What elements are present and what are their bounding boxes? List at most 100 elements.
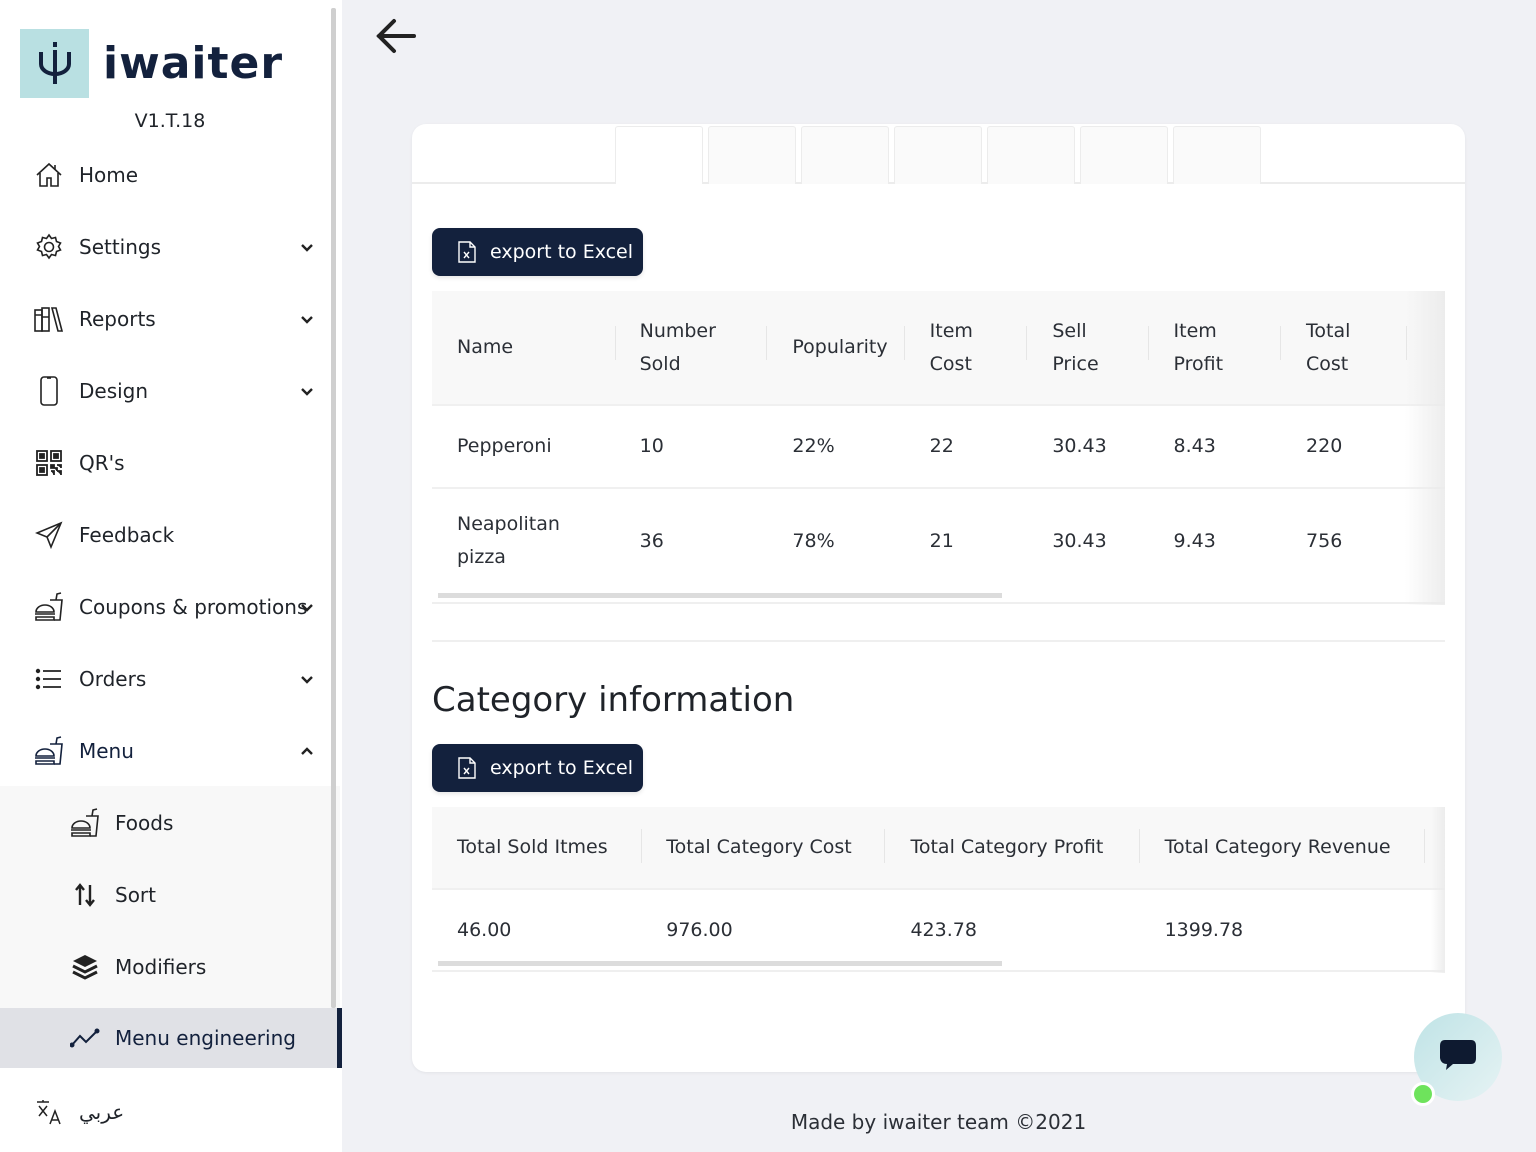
- sidebar-item-label: Home: [79, 163, 139, 187]
- sidebar-item-feedback[interactable]: Feedback: [0, 505, 340, 565]
- export-items-excel-button[interactable]: export to Excel: [432, 228, 643, 276]
- sort-icon: [70, 880, 100, 910]
- sidebar-subitem-foods[interactable]: Foods: [0, 793, 340, 853]
- cell-sell-price: 30.43: [1027, 404, 1149, 488]
- sidebar-item-label: Reports: [79, 307, 156, 331]
- excel-file-icon: [458, 757, 476, 779]
- sidebar-item-label: QR's: [79, 451, 125, 475]
- sidebar: iwaiter V1.T.18 Home Settings Reports De…: [0, 0, 342, 1152]
- sidebar-scrollbar[interactable]: [331, 8, 336, 1008]
- category-table-container: Total Sold Itmes Total Category Cost Tot…: [432, 807, 1445, 973]
- column-header-overflow: [1406, 291, 1445, 405]
- category-table: Total Sold Itmes Total Category Cost Tot…: [432, 807, 1445, 971]
- column-header-total-category-profit[interactable]: Total Category Profit: [885, 807, 1140, 889]
- chevron-down-icon: [298, 238, 316, 256]
- tab-bar: [412, 124, 1465, 184]
- sidebar-item-reports[interactable]: Reports: [0, 289, 340, 349]
- cell-item-profit: 8.43: [1148, 404, 1282, 488]
- phone-icon: [34, 376, 64, 406]
- cell-popularity: 78%: [767, 487, 905, 603]
- column-header-total-sold-items[interactable]: Total Sold Itmes: [432, 807, 643, 889]
- cell-total-category-profit: 423.78: [885, 888, 1140, 971]
- sidebar-item-label: Menu: [79, 739, 134, 763]
- cell-popularity: 22%: [767, 404, 905, 488]
- export-category-excel-button[interactable]: export to Excel: [432, 744, 643, 792]
- sidebar-item-home[interactable]: Home: [0, 145, 340, 205]
- food-icon: [34, 736, 64, 766]
- tab-5[interactable]: [987, 126, 1075, 184]
- cell-total-cost: 220: [1281, 404, 1407, 488]
- sidebar-item-design[interactable]: Design: [0, 361, 340, 421]
- food-icon: [70, 808, 100, 838]
- column-header-number-sold[interactable]: Number Sold: [615, 291, 768, 405]
- gear-icon: [34, 232, 64, 262]
- tab-6[interactable]: [1080, 126, 1168, 184]
- sidebar-subitem-menu-engineering[interactable]: Menu engineering: [0, 1008, 340, 1068]
- sidebar-subitem-modifiers[interactable]: Modifiers: [0, 937, 340, 997]
- tab-2[interactable]: [708, 126, 796, 184]
- active-indicator: [337, 1008, 342, 1068]
- column-header-item-profit[interactable]: Item Profit: [1148, 291, 1282, 405]
- column-header-total-category-cost[interactable]: Total Category Cost: [642, 807, 886, 889]
- cell-total-sold-items: 46.00: [432, 888, 643, 971]
- items-table-scrollbar[interactable]: [438, 593, 1002, 598]
- sidebar-item-label: Settings: [79, 235, 162, 259]
- sidebar-item-label: Orders: [79, 667, 147, 691]
- table-row: 46.00 976.00 423.78 1399.78: [432, 888, 1445, 971]
- column-header-sell-price[interactable]: Sell Price: [1027, 291, 1149, 405]
- sidebar-item-qrs[interactable]: QR's: [0, 433, 340, 493]
- menu-engineering-card: export to Excel Name Number Sold Populari…: [412, 124, 1465, 1072]
- logo-mark-icon: [20, 29, 89, 98]
- sidebar-item-settings[interactable]: Settings: [0, 217, 340, 277]
- export-button-label: export to Excel: [490, 757, 634, 779]
- excel-file-icon: [458, 241, 476, 263]
- sidebar-item-label: Sort: [115, 883, 156, 907]
- tab-7[interactable]: [1173, 126, 1261, 184]
- sidebar-subitem-sort[interactable]: Sort: [0, 865, 340, 925]
- language-label: عربي: [79, 1100, 125, 1124]
- items-table: Name Number Sold Popularity Item Cost Sell…: [432, 291, 1445, 603]
- sidebar-item-coupons-promotions[interactable]: Coupons & promotions: [0, 577, 340, 637]
- cell-number-sold: 36: [615, 487, 768, 603]
- translate-icon: [34, 1097, 64, 1127]
- qr-code-icon: [34, 448, 64, 478]
- column-header-name[interactable]: Name: [432, 291, 616, 405]
- column-header-total-cost[interactable]: Total Cost: [1281, 291, 1407, 405]
- cell-item-cost: 22: [904, 404, 1028, 488]
- food-icon: [34, 592, 64, 622]
- trend-icon: [70, 1023, 100, 1053]
- sidebar-item-label: Foods: [115, 811, 174, 835]
- chevron-up-icon: [298, 742, 316, 760]
- column-header-item-cost[interactable]: Item Cost: [904, 291, 1028, 405]
- back-button[interactable]: [372, 16, 420, 60]
- cell-number-sold: 10: [615, 404, 768, 488]
- books-icon: [34, 304, 64, 334]
- table-row: Pepperoni 10 22% 22 30.43 8.43 220: [432, 404, 1445, 488]
- items-table-container: Name Number Sold Popularity Item Cost Sell…: [432, 291, 1445, 605]
- sidebar-item-label: Modifiers: [115, 955, 207, 979]
- brand-name: iwaiter: [103, 38, 284, 89]
- logo[interactable]: iwaiter: [20, 29, 283, 98]
- column-header-total-category-revenue[interactable]: Total Category Revenue: [1139, 807, 1426, 889]
- tab-1[interactable]: [615, 126, 703, 184]
- export-button-label: export to Excel: [490, 241, 634, 263]
- language-switch[interactable]: عربي: [0, 1082, 340, 1142]
- online-status-indicator: [1411, 1082, 1435, 1106]
- footer-credit: Made by iwaiter team ©2021: [790, 1110, 1087, 1134]
- cell-total-category-cost: 976.00: [642, 888, 886, 971]
- chevron-down-icon: [298, 382, 316, 400]
- category-table-scrollbar[interactable]: [438, 961, 1002, 966]
- tab-3[interactable]: [801, 126, 889, 184]
- tab-4[interactable]: [894, 126, 982, 184]
- sidebar-item-label: Design: [79, 379, 149, 403]
- sidebar-item-orders[interactable]: Orders: [0, 649, 340, 709]
- cell-item-profit: 9.43: [1148, 487, 1282, 603]
- cell-sell-price: 30.43: [1027, 487, 1149, 603]
- layers-icon: [70, 952, 100, 982]
- sidebar-item-menu[interactable]: Menu: [0, 721, 340, 781]
- list-icon: [34, 664, 64, 694]
- column-header-popularity[interactable]: Popularity: [767, 291, 905, 405]
- chevron-down-icon: [298, 310, 316, 328]
- cell-name: Neapolitan pizza: [432, 487, 616, 603]
- section-divider: [432, 640, 1445, 642]
